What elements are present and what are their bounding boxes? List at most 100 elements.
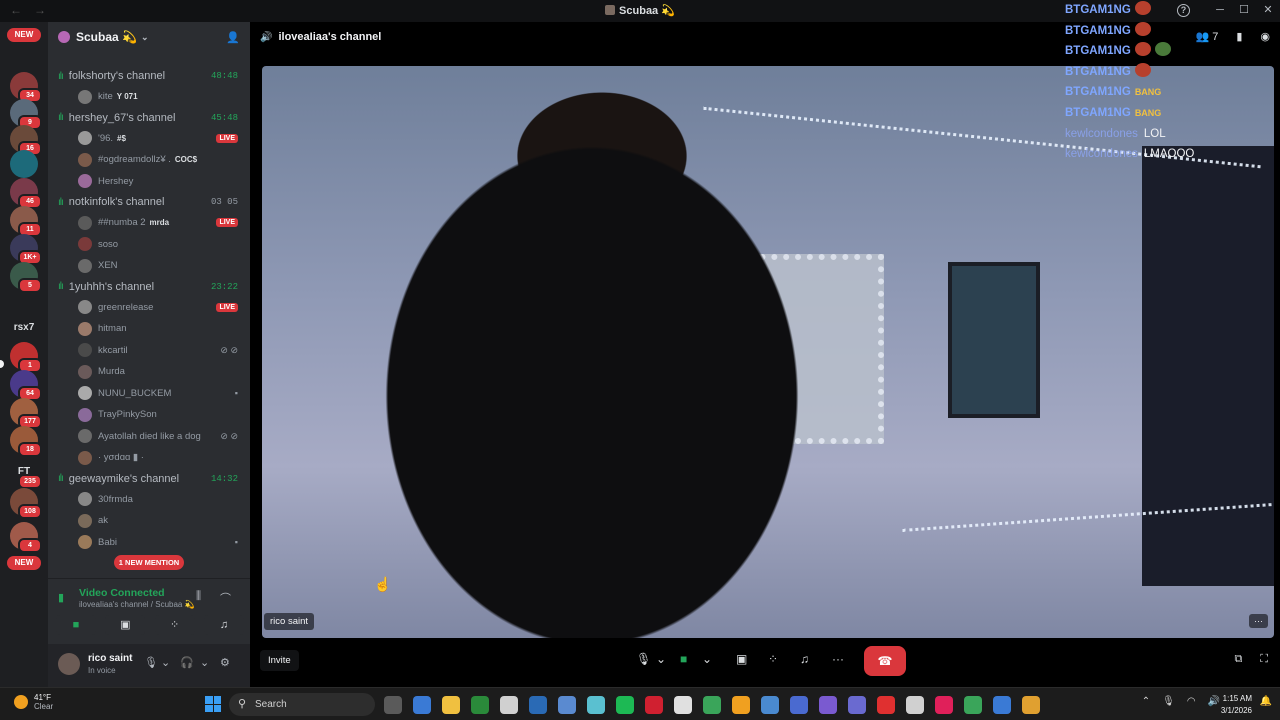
- microphone-icon[interactable]: 🎙: [1162, 696, 1175, 707]
- fullscreen-icon[interactable]: ⛶: [1260, 653, 1268, 666]
- pinned-app-icon[interactable]: [993, 696, 1011, 714]
- voice-member[interactable]: kite Y 071: [48, 86, 250, 108]
- server-icon[interactable]: 16: [10, 125, 42, 156]
- popout-icon[interactable]: ⧉: [1234, 653, 1242, 666]
- windows-start-icon[interactable]: [205, 696, 221, 712]
- voice-member[interactable]: soso: [48, 234, 250, 256]
- volume-icon[interactable]: 🔊: [1208, 696, 1220, 707]
- server-icon[interactable]: 5: [10, 262, 42, 293]
- pinned-app-icon[interactable]: [877, 696, 895, 714]
- chevron-down-icon[interactable]: ⌄: [656, 652, 666, 666]
- voice-member[interactable]: 30frmda: [48, 489, 250, 511]
- voice-channel[interactable]: ılı 1yuhhh's channel 23:22: [48, 277, 250, 297]
- activities-icon[interactable]: ⁘: [768, 652, 778, 666]
- taskbar-search[interactable]: ⚲ Search: [229, 693, 375, 716]
- pinned-app-icon[interactable]: [848, 696, 866, 714]
- weather-widget[interactable]: 41°F Clear: [14, 693, 53, 711]
- pinned-app-icon[interactable]: [761, 696, 779, 714]
- wifi-icon[interactable]: ◠: [1187, 696, 1196, 707]
- soundboard-icon[interactable]: ♫: [800, 652, 809, 666]
- microphone-icon[interactable]: 🎙: [636, 652, 651, 666]
- voice-member[interactable]: ##numba 2 mrda LIVE: [48, 212, 250, 234]
- noise-suppression-icon[interactable]: ⫼: [196, 590, 201, 603]
- new-unreads-pill[interactable]: NEW: [7, 556, 41, 570]
- voice-member[interactable]: TrayPinkySon: [48, 404, 250, 426]
- pinned-app-icon[interactable]: [616, 696, 634, 714]
- chevron-down-icon[interactable]: ⌄: [161, 656, 170, 669]
- pinned-app-icon[interactable]: [442, 696, 460, 714]
- server-icon[interactable]: FT 235: [10, 458, 42, 489]
- disconnect-icon[interactable]: ⌒: [220, 590, 231, 606]
- headphones-icon[interactable]: 🎧: [180, 656, 194, 669]
- server-icon[interactable]: 177: [10, 398, 42, 429]
- add-friend-icon[interactable]: 👤: [226, 31, 240, 44]
- camera-icon[interactable]: ■: [680, 652, 687, 666]
- server-icon[interactable]: 9: [10, 99, 42, 130]
- clock[interactable]: 1:15 AM 3/1/2026: [1221, 693, 1252, 717]
- voice-member[interactable]: hitman: [48, 318, 250, 340]
- voice-member[interactable]: Babi ▪: [48, 532, 250, 554]
- voice-member[interactable]: XEN: [48, 255, 250, 277]
- voice-member[interactable]: Murda: [48, 361, 250, 383]
- voice-status[interactable]: Video Connected: [79, 587, 165, 599]
- activities-icon[interactable]: ⁘: [154, 615, 195, 635]
- pinned-app-icon[interactable]: [645, 696, 663, 714]
- pinned-app-icon[interactable]: [471, 696, 489, 714]
- voice-channel[interactable]: ılı hershey_67's channel 45:48: [48, 108, 250, 128]
- server-icon[interactable]: 18: [10, 426, 42, 457]
- server-icon[interactable]: 11: [10, 206, 42, 237]
- server-icon[interactable]: 34: [10, 72, 42, 103]
- server-icon[interactable]: 1K+: [10, 234, 42, 265]
- hang-up-button[interactable]: ☎: [864, 646, 906, 676]
- more-options-icon[interactable]: ···: [1249, 614, 1268, 628]
- guild-header[interactable]: Scubaa 💫 ⌄ 👤: [48, 22, 250, 52]
- server-icon[interactable]: 64: [10, 370, 42, 401]
- server-icon[interactable]: 4: [10, 522, 42, 553]
- pinned-app-icon[interactable]: [674, 696, 692, 714]
- voice-member[interactable]: greenrelease LIVE: [48, 297, 250, 319]
- voice-channel[interactable]: ılı folkshorty's channel 48:48: [48, 66, 250, 86]
- new-unreads-pill[interactable]: NEW: [7, 28, 41, 42]
- chevron-down-icon[interactable]: ⌄: [200, 656, 209, 669]
- chevron-up-icon[interactable]: ⌃: [1142, 696, 1150, 707]
- soundboard-icon[interactable]: ♫: [203, 615, 244, 635]
- voice-member[interactable]: · yσdɑɑ ▮ ·: [48, 447, 250, 469]
- screen-share-icon[interactable]: ▣: [736, 652, 747, 666]
- pinned-app-icon[interactable]: [1022, 696, 1040, 714]
- pinned-app-icon[interactable]: [500, 696, 518, 714]
- voice-member[interactable]: #ogdreamdollz¥ . COC$: [48, 149, 250, 171]
- voice-channel[interactable]: ılı notkinfolk's channel 03 05: [48, 192, 250, 212]
- voice-location[interactable]: iloveaIiaa's channel / Scubaa 💫: [79, 600, 195, 609]
- more-icon[interactable]: ···: [832, 652, 844, 666]
- voice-member[interactable]: Ayatollah died like a dog ⊘ ⊘: [48, 426, 250, 448]
- server-icon[interactable]: 1: [10, 342, 42, 373]
- pinned-app-icon[interactable]: [413, 696, 431, 714]
- pinned-app-icon[interactable]: [906, 696, 924, 714]
- voice-member[interactable]: kkcartil ⊘ ⊘: [48, 340, 250, 362]
- pinned-app-icon[interactable]: [964, 696, 982, 714]
- pinned-app-icon[interactable]: [529, 696, 547, 714]
- voice-member[interactable]: ak: [48, 510, 250, 532]
- notification-icon[interactable]: 🔔: [1260, 696, 1272, 707]
- voice-channel[interactable]: ılı geewaymike's channel 14:32: [48, 469, 250, 489]
- invite-button[interactable]: Invite: [260, 650, 299, 671]
- chevron-down-icon[interactable]: ⌄: [702, 652, 712, 666]
- camera-icon[interactable]: ■: [56, 615, 96, 635]
- avatar[interactable]: [58, 653, 80, 675]
- screen-share-icon[interactable]: ▣: [105, 615, 146, 635]
- pinned-app-icon[interactable]: [703, 696, 721, 714]
- pinned-app-icon[interactable]: [587, 696, 605, 714]
- voice-member[interactable]: Hershey: [48, 171, 250, 193]
- settings-gear-icon[interactable]: ⚙: [220, 656, 230, 669]
- server-icon[interactable]: [10, 150, 38, 178]
- voice-member[interactable]: NUNU_BUCKEM ▪: [48, 383, 250, 405]
- voice-member[interactable]: '96. #$ LIVE: [48, 128, 250, 150]
- new-mention-pill[interactable]: 1 NEW MENTION: [114, 555, 184, 570]
- pinned-app-icon[interactable]: [558, 696, 576, 714]
- microphone-icon[interactable]: 🎙: [144, 656, 158, 669]
- pinned-app-icon[interactable]: [790, 696, 808, 714]
- pinned-app-icon[interactable]: [819, 696, 837, 714]
- pinned-app-icon[interactable]: [935, 696, 953, 714]
- server-icon[interactable]: 46: [10, 178, 42, 209]
- server-icon[interactable]: 108: [10, 488, 42, 519]
